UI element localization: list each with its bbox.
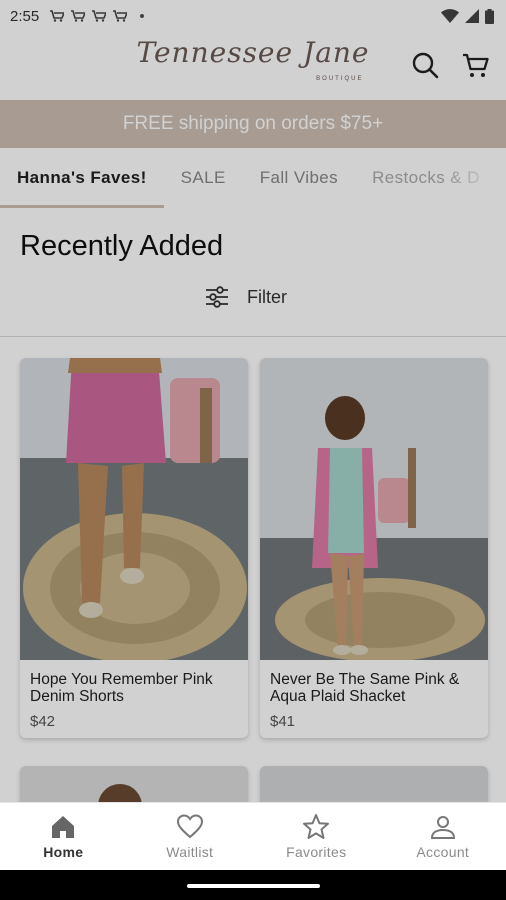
more-notifications-dot-icon [140,14,145,18]
battery-icon [485,8,494,24]
product-card[interactable] [20,766,248,802]
nav-home[interactable]: Home [0,803,127,870]
filter-button[interactable]: Filter [205,286,287,308]
status-time: 2:55 [10,7,40,25]
product-card[interactable] [260,766,488,802]
tab-restocks[interactable]: Restocks & D [355,148,497,208]
shopping-cart-notification-icon [113,10,128,22]
heart-icon [176,814,203,839]
tab-label: Fall Vibes [259,168,339,187]
brand-logo[interactable]: Tennessee Jane BOUTIQUE [136,39,369,92]
tab-hannas-faves[interactable]: Hanna's Faves! [0,148,164,208]
tab-sale[interactable]: SALE [164,148,243,208]
product-price: $42 [30,713,56,730]
product-price: $41 [270,713,296,730]
shopping-cart-notification-icon [92,10,107,22]
cell-signal-icon [465,9,479,23]
star-icon [303,814,330,839]
product-name[interactable]: Hope You Remember Pink Denim Shorts [30,671,238,705]
nav-favorites[interactable]: Favorites [253,803,380,870]
tab-label: Hanna's Faves! [17,168,147,187]
tab-label: SALE [180,168,226,187]
product-list-section: Recently Added Filter Hope You Remember … [0,208,506,802]
bottom-navigation: Home Waitlist Favorites Account [0,802,506,870]
nav-label: Favorites [286,844,347,860]
category-tabs: Hanna's Faves! SALE Fall Vibes Restocks … [0,148,506,208]
cart-icon[interactable] [461,50,491,80]
shopping-cart-notification-icon [71,10,86,22]
shopping-cart-notification-icon [50,10,65,22]
app-header: Tennessee Jane BOUTIQUE [0,32,506,100]
search-icon[interactable] [410,50,440,80]
home-icon [52,816,75,838]
nav-label: Account [416,844,470,860]
divider [0,336,506,337]
nav-label: Home [43,844,84,860]
status-right [441,8,494,24]
product-card[interactable]: Never Be The Same Pink & Aqua Plaid Shac… [260,358,488,738]
product-image[interactable] [20,358,248,660]
product-name[interactable]: Never Be The Same Pink & Aqua Plaid Shac… [270,671,478,705]
wifi-icon [441,9,459,23]
tab-label: Restocks & D [372,168,480,187]
logo-text: Tennessee Jane [136,36,370,69]
product-image[interactable] [260,766,488,802]
nav-waitlist[interactable]: Waitlist [127,803,254,870]
promo-text: FREE shipping on orders $75+ [122,113,384,134]
sliders-icon [206,286,228,308]
tab-fall-vibes[interactable]: Fall Vibes [243,148,355,208]
nav-account[interactable]: Account [380,803,506,870]
nav-label: Waitlist [166,844,214,860]
promo-banner[interactable]: FREE shipping on orders $75+ [0,100,506,148]
home-gesture-handle[interactable] [187,884,320,888]
section-title: Recently Added [20,230,224,262]
filter-label: Filter [247,286,287,307]
status-bar: 2:55 [0,0,506,32]
product-image[interactable] [20,766,248,802]
person-icon [430,816,455,839]
status-left: 2:55 [10,7,145,25]
product-image[interactable] [260,358,488,660]
product-card[interactable]: Hope You Remember Pink Denim Shorts $42 [20,358,248,738]
system-gesture-bar [0,870,506,900]
logo-subtext: BOUTIQUE [316,76,364,82]
